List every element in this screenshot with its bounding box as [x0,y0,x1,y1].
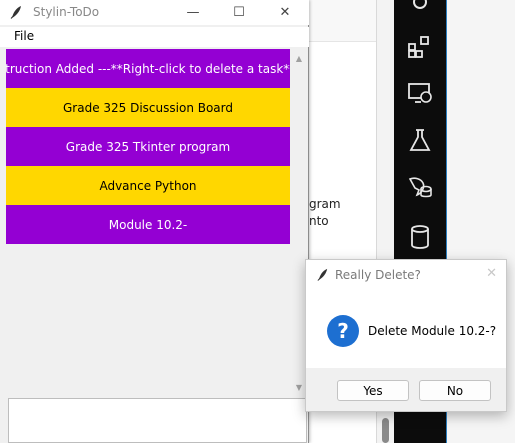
extensions-icon[interactable] [407,33,433,59]
dialog-title: Really Delete? [335,268,421,282]
maximize-button[interactable]: ☐ [216,0,262,25]
task-item[interactable]: Module 10.2- [6,205,290,244]
dialog-close-icon[interactable]: ✕ [486,266,497,281]
database-icon[interactable] [407,224,433,250]
menu-file[interactable]: File [14,29,34,43]
task-label: Grade 325 Tkinter program [65,139,231,154]
dialog-message: Delete Module 10.2-? [368,324,497,338]
menubar: File [0,27,309,47]
remote-explorer-icon[interactable] [407,80,433,106]
task-entry-input[interactable] [8,398,307,443]
tk-feather-icon [317,268,328,281]
close-button[interactable]: ✕ [262,0,308,25]
settings-icon[interactable] [407,0,433,26]
testing-icon[interactable] [407,127,433,153]
no-button[interactable]: No [419,380,491,401]
task-list-scrollbar[interactable]: ▲ ▼ [292,49,306,396]
maximize-icon: ☐ [233,5,245,20]
docker-icon[interactable] [407,173,433,199]
task-label: Advance Python [99,178,197,193]
task-item[interactable]: Instruction Added ---**Right-click to de… [6,49,290,88]
window-title: Stylin-ToDo [33,5,100,19]
background-scrollbar-thumb[interactable] [382,418,389,443]
background-text-fragment: nto [309,214,329,228]
really-delete-dialog: Really Delete? ✕ ? Delete Module 10.2-? … [305,259,507,412]
dialog-body: ? Delete Module 10.2-? [306,289,506,368]
minimize-icon: — [186,5,200,20]
scroll-up-icon[interactable]: ▲ [292,51,306,65]
tk-feather-icon [10,6,21,19]
task-listbox[interactable]: Instruction Added ---**Right-click to de… [6,49,292,396]
minimize-button[interactable]: — [170,0,216,25]
background-text-fragment: gram [309,197,341,211]
background-editor-topbar [299,0,379,42]
close-icon: ✕ [279,5,291,20]
yes-button[interactable]: Yes [337,380,409,401]
main-titlebar[interactable]: Stylin-ToDo — ☐ ✕ [0,0,309,25]
task-label: Instruction Added ---**Right-click to de… [6,61,290,76]
scroll-down-icon[interactable]: ▼ [292,380,306,394]
task-label: Module 10.2- [108,217,188,232]
question-icon: ? [327,315,359,347]
todo-main-window: Stylin-ToDo — ☐ ✕ File Instruction Added… [0,0,309,443]
task-label: Grade 325 Discussion Board [62,100,233,115]
dialog-titlebar[interactable]: Really Delete? ✕ [306,260,506,289]
task-item[interactable]: Grade 325 Discussion Board [6,88,290,127]
task-item[interactable]: Grade 325 Tkinter program [6,127,290,166]
task-item[interactable]: Advance Python [6,166,290,205]
